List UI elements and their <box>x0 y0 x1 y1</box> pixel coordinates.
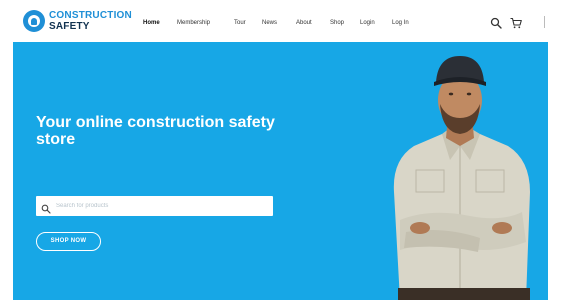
nav-shop[interactable]: Shop <box>330 17 344 29</box>
search-icon[interactable] <box>490 16 502 29</box>
shop-now-button[interactable]: SHOP NOW <box>36 232 101 251</box>
cart-icon[interactable] <box>510 16 522 29</box>
search-input[interactable] <box>56 199 266 213</box>
nav-home[interactable]: Home <box>143 17 160 29</box>
nav-login[interactable]: Login <box>360 17 375 29</box>
hero-title: Your online construction safety store <box>36 114 275 148</box>
site-logo[interactable]: CONSTRUCTION SAFETY <box>23 9 133 35</box>
nav-tour[interactable]: Tour <box>234 17 246 29</box>
logo-text-construction: CONSTRUCTION <box>49 10 132 21</box>
logo-mark-icon <box>23 10 45 32</box>
search-icon <box>41 201 51 214</box>
nav-news[interactable]: News <box>262 17 277 29</box>
site-header: CONSTRUCTION SAFETY Home Membership Tour… <box>0 0 563 42</box>
product-search-box[interactable] <box>36 196 273 216</box>
nav-log-in[interactable]: Log In <box>392 17 409 29</box>
nav-about[interactable]: About <box>296 17 312 29</box>
worker-photo <box>393 56 530 300</box>
logo-text-safety: SAFETY <box>49 21 90 32</box>
nav-membership[interactable]: Membership <box>177 17 210 29</box>
hero-banner: Your online construction safety store SH… <box>13 42 548 300</box>
header-divider <box>544 16 545 28</box>
